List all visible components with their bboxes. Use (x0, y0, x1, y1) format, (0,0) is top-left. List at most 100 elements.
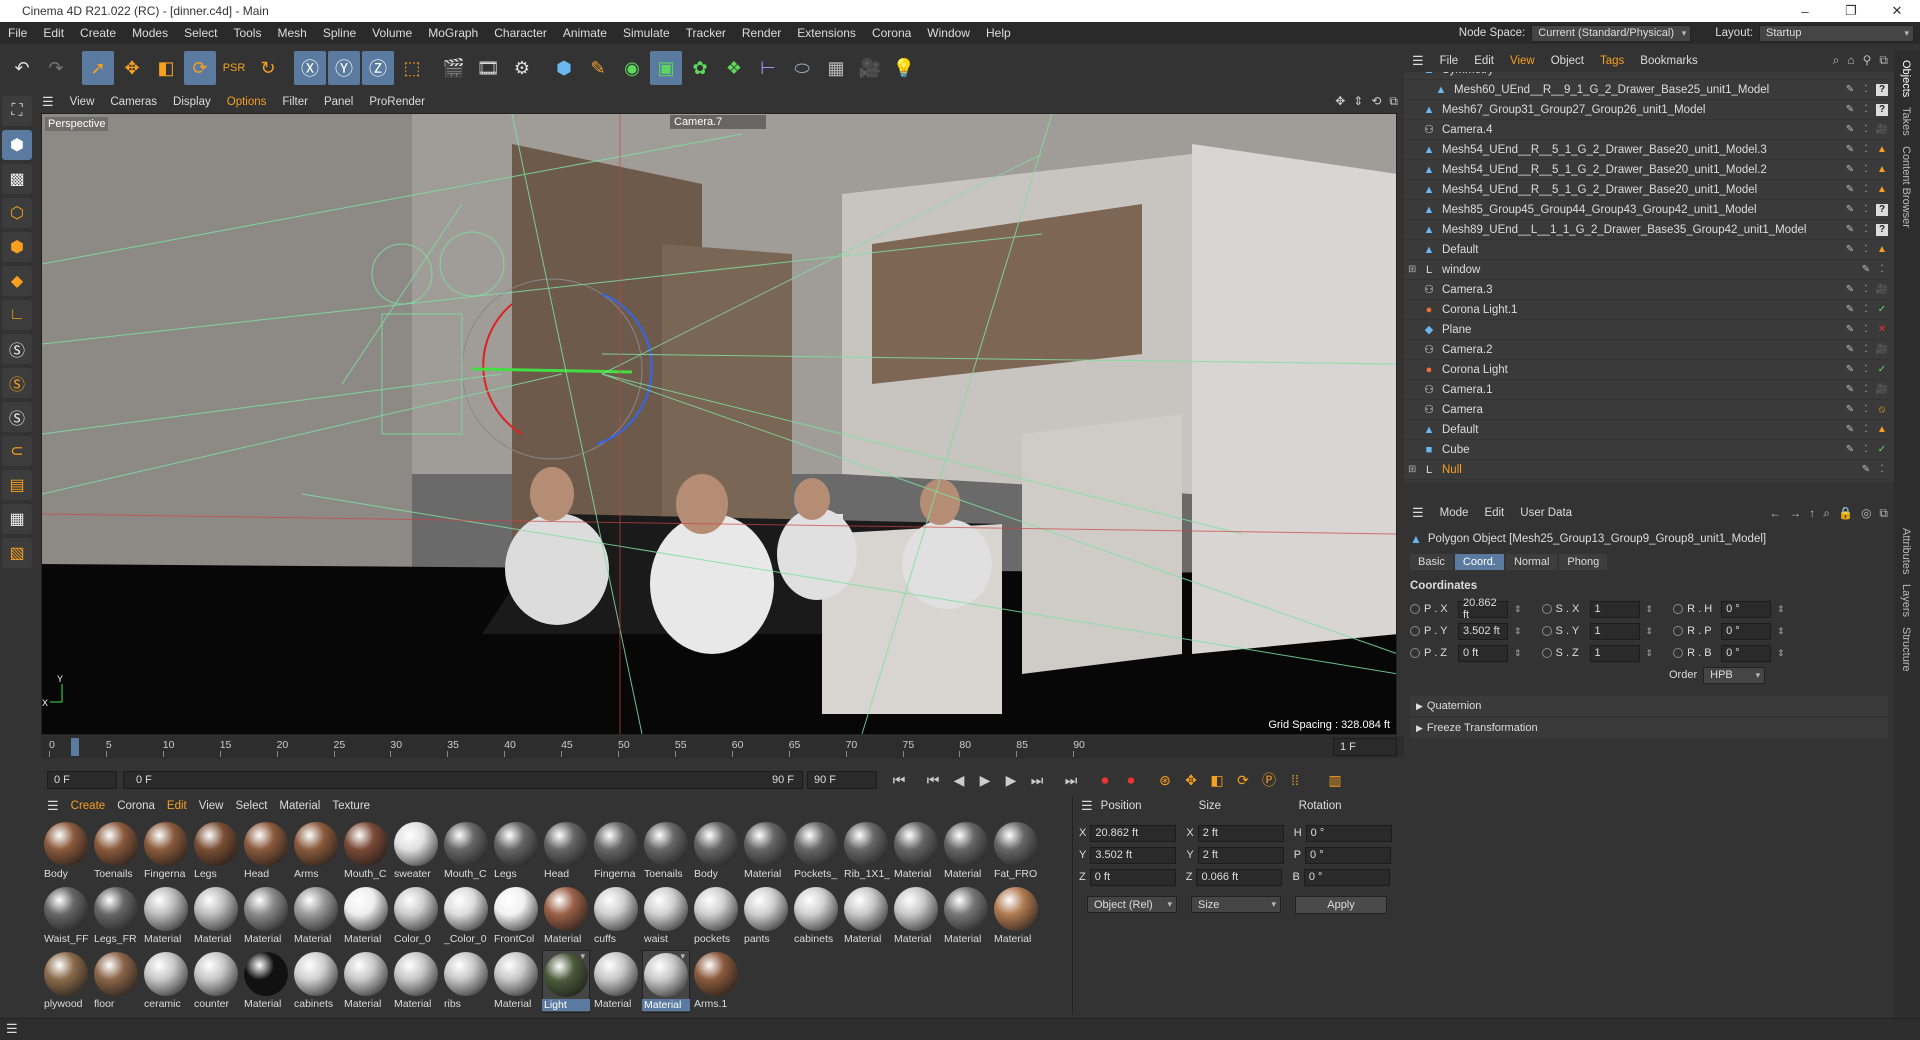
position-spinner-icon[interactable]: ⇕ (1514, 648, 1522, 659)
render-picture-viewer-icon[interactable]: 🎞 (472, 51, 504, 85)
quantize-icon[interactable]: Ⓢ (2, 402, 32, 432)
material-swatch[interactable]: counter (192, 950, 240, 1013)
attribute-menu-mode[interactable]: Mode (1432, 507, 1477, 519)
material-menu-edit[interactable]: Edit (161, 800, 193, 812)
node-space-select[interactable]: Current (Standard/Physical) (1531, 24, 1692, 42)
search-icon[interactable]: ⌕ (1833, 53, 1840, 68)
material-swatch[interactable]: Toenails (642, 820, 690, 883)
visibility-toggle-icon[interactable]: ✎ (1860, 264, 1872, 276)
lock-icon[interactable]: 🔒 (1838, 506, 1853, 521)
redo-icon[interactable]: ↷ (40, 51, 72, 85)
psr-tool-icon[interactable]: PSR (218, 51, 250, 85)
key-rotation-icon[interactable]: ⟳ (1231, 768, 1255, 792)
forward-arrow-icon[interactable]: → (1789, 506, 1801, 521)
perspective-viewport[interactable]: Y X Perspective Camera.7 Grid Spacing : … (41, 113, 1397, 735)
rotation-field[interactable]: 0 ° (1305, 824, 1392, 842)
visibility-toggle-icon[interactable]: ✎ (1844, 144, 1856, 156)
tab-phong[interactable]: Phong (1559, 554, 1608, 570)
material-swatch[interactable]: _Color_0 (442, 885, 490, 948)
active-camera-label[interactable]: Camera.7 (670, 115, 766, 129)
scale-spinner-icon[interactable]: ⇕ (1646, 604, 1654, 615)
material-menu-select[interactable]: Select (229, 800, 273, 812)
object-tag-icon[interactable]: 🎥 (1876, 384, 1888, 396)
material-swatch[interactable]: Material (192, 885, 240, 948)
render-dots-icon[interactable]: ⁚ (1860, 84, 1872, 96)
material-swatch[interactable]: Material (942, 820, 990, 883)
material-swatch[interactable]: Fat_FRO (992, 820, 1040, 883)
new-window-icon[interactable]: ⧉ (1879, 53, 1888, 68)
menu-item-file[interactable]: File (0, 26, 35, 40)
material-swatch[interactable]: Material (942, 885, 990, 948)
rotation-animate-radio[interactable] (1673, 604, 1684, 614)
position-animate-radio[interactable] (1410, 604, 1420, 614)
key-parameter-icon[interactable]: Ⓟ (1257, 768, 1281, 792)
material-swatch[interactable]: Legs_FR (92, 885, 140, 948)
apply-button[interactable]: Apply (1295, 896, 1387, 914)
object-row[interactable]: ● Corona Light ✎ ⁚ ✓ (1404, 360, 1892, 380)
material-swatch[interactable]: Fingerna (592, 820, 640, 883)
visibility-toggle-icon[interactable]: ✎ (1844, 284, 1856, 296)
visibility-toggle-icon[interactable]: ✎ (1844, 84, 1856, 96)
material-swatch[interactable]: Arms.1 (692, 950, 740, 1013)
material-swatch[interactable]: Light (542, 950, 590, 1013)
object-tag-icon[interactable]: ✕ (1876, 324, 1888, 336)
search-icon[interactable]: ⌕ (1823, 506, 1830, 521)
object-tag-icon[interactable]: ⦸ (1876, 404, 1888, 416)
model-mode-icon[interactable]: ⬢ (2, 130, 32, 160)
goto-end-icon[interactable]: ⏭ (1059, 768, 1083, 792)
render-dots-icon[interactable]: ⁚ (1860, 324, 1872, 336)
deformer-icon[interactable]: ❖ (718, 51, 750, 85)
rotate-view-icon[interactable]: ⟲ (1371, 94, 1381, 109)
y-axis-lock-icon[interactable]: Ⓨ (328, 51, 360, 85)
material-swatch[interactable]: pockets (692, 885, 740, 948)
object-row[interactable]: ■ Cube ✎ ⁚ ✓ (1404, 440, 1892, 460)
position-field[interactable]: 20.862 ft (1458, 597, 1508, 621)
material-swatch[interactable]: Material (142, 885, 190, 948)
key-scale-icon[interactable]: ◧ (1205, 768, 1229, 792)
material-menu-create[interactable]: Create (65, 800, 112, 812)
side-tab-objects[interactable]: Objects (1900, 60, 1912, 97)
menu-item-tools[interactable]: Tools (225, 26, 269, 40)
visibility-toggle-icon[interactable]: ✎ (1844, 424, 1856, 436)
edges-mode-icon[interactable]: ⬢ (2, 232, 32, 262)
object-tag-icon[interactable]: ▲ (1876, 184, 1888, 196)
object-tag-icon[interactable]: ✓ (1876, 364, 1888, 376)
scale-field[interactable]: 1 (1589, 600, 1640, 618)
frame-range-slider[interactable]: 0 F 90 F (123, 771, 803, 789)
object-menu-edit[interactable]: Edit (1466, 55, 1502, 67)
rotation-animate-radio[interactable] (1673, 626, 1684, 636)
render-dots-icon[interactable]: ⁚ (1860, 144, 1872, 156)
menu-item-select[interactable]: Select (176, 26, 225, 40)
points-mode-icon[interactable]: ⬡ (2, 198, 32, 228)
position-field[interactable]: 3.502 ft (1458, 622, 1508, 640)
locked-workplane-icon[interactable]: ▦ (2, 504, 32, 534)
material-swatch[interactable]: ceramic (142, 950, 190, 1013)
material-swatch[interactable]: Mouth_C (342, 820, 390, 883)
object-row[interactable]: ⊞ L Null ✎ ⁚ (1404, 460, 1892, 480)
menu-item-mograph[interactable]: MoGraph (420, 26, 486, 40)
current-frame-field[interactable]: 1 F (1333, 738, 1397, 756)
new-window-icon[interactable]: ⧉ (1879, 506, 1888, 521)
hamburger-icon[interactable]: ☰ (1404, 505, 1432, 521)
rotation-spinner-icon[interactable]: ⇕ (1777, 626, 1785, 637)
material-swatch[interactable]: Legs (192, 820, 240, 883)
record-icon[interactable]: ⏺ (1093, 768, 1117, 792)
goto-start-icon[interactable]: ⏮ (887, 768, 911, 792)
coordinate-system-icon[interactable]: ⬚ (396, 51, 428, 85)
subdivision-icon[interactable]: ◉ (616, 51, 648, 85)
scale-spinner-icon[interactable]: ⇕ (1646, 648, 1654, 659)
render-view-icon[interactable]: 🎬 (438, 51, 470, 85)
object-menu-bookmarks[interactable]: Bookmarks (1632, 55, 1706, 67)
material-swatch[interactable]: Material (842, 885, 890, 948)
up-arrow-icon[interactable]: ↑ (1809, 506, 1815, 521)
material-swatch[interactable]: Rib_1X1_ (842, 820, 890, 883)
material-swatch[interactable]: Material (492, 950, 540, 1013)
object-row[interactable]: ▲ Default ✎ ⁚ ▲ (1404, 420, 1892, 440)
material-swatch[interactable]: Material (892, 885, 940, 948)
material-swatch[interactable]: FrontCol (492, 885, 540, 948)
camera-object-icon[interactable]: 🎥 (854, 51, 886, 85)
prev-key-icon[interactable]: ⏮ (921, 768, 945, 792)
position-spinner-icon[interactable]: ⇕ (1514, 604, 1522, 615)
material-swatch[interactable]: Material (242, 885, 290, 948)
render-dots-icon[interactable]: ⁚ (1860, 444, 1872, 456)
